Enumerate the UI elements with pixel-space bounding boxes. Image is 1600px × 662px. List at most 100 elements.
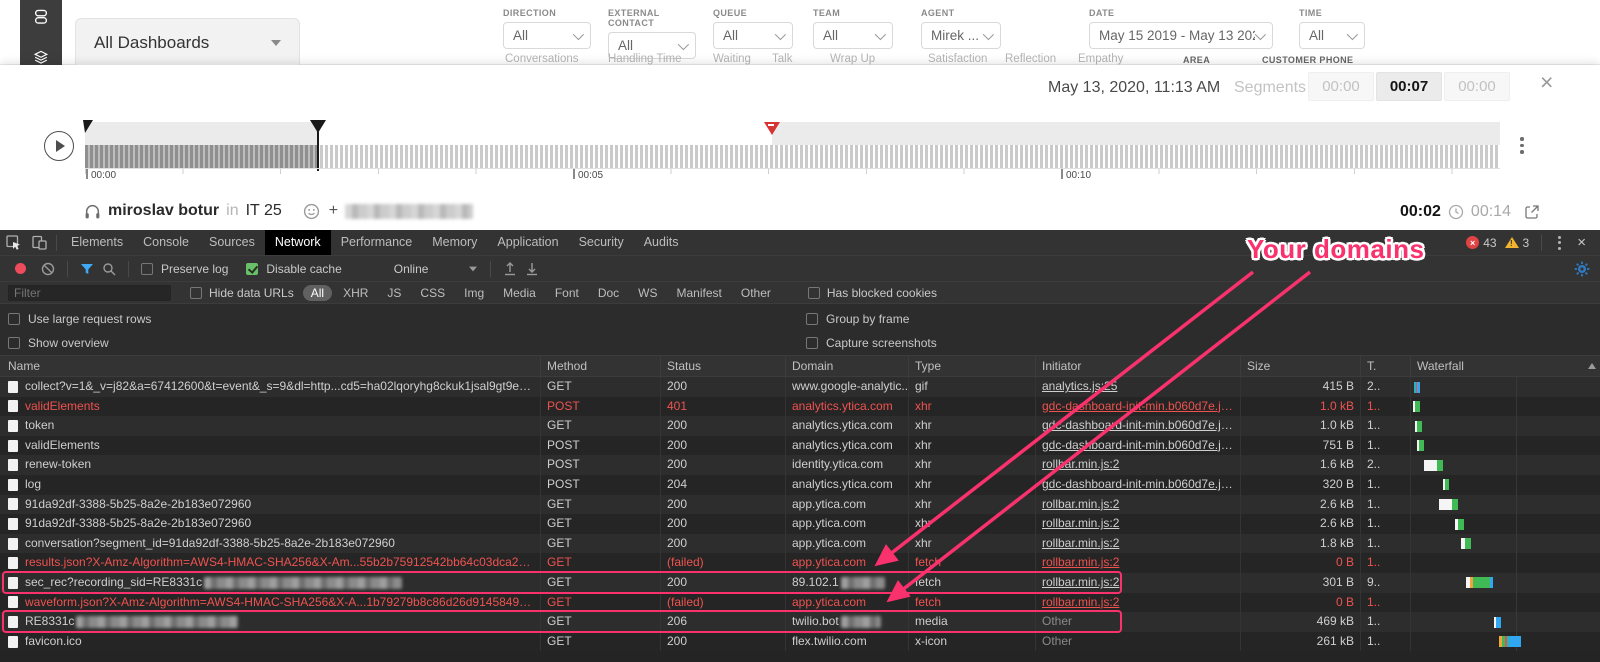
cell-method: GET	[540, 377, 660, 397]
column-header-domain[interactable]: Domain	[785, 356, 908, 376]
segment-chip[interactable]: 00:07	[1376, 72, 1442, 101]
all-dashboards-dropdown[interactable]: All Dashboards	[75, 18, 300, 68]
initiator-link[interactable]: rollbar.min.js:2	[1042, 497, 1119, 511]
column-header-name[interactable]: Name	[0, 356, 540, 376]
type-filter-css[interactable]: CSS	[412, 285, 453, 301]
column-header-t[interactable]: T.	[1360, 356, 1410, 376]
console-errors-badge[interactable]: × 43	[1466, 236, 1496, 250]
table-row[interactable]: tokenGET200analytics.ytica.comxhrgdc-das…	[0, 416, 1600, 436]
inspect-element-icon[interactable]	[0, 230, 26, 256]
table-row[interactable]: 91da92df-3388-5b25-8a2e-2b183e072960GET2…	[0, 514, 1600, 534]
tab-network[interactable]: Network	[265, 230, 331, 255]
filter-label: TEAM	[813, 8, 893, 18]
filter-select[interactable]: Mirek ...	[921, 22, 1001, 49]
throttling-select[interactable]: Online	[394, 262, 479, 276]
devtools-close-icon[interactable]: ×	[1573, 234, 1590, 251]
filter-select[interactable]: May 15 2019 - May 13 2020	[1089, 22, 1273, 49]
column-header-status[interactable]: Status	[660, 356, 785, 376]
type-filter-other[interactable]: Other	[733, 285, 779, 301]
filter-input[interactable]	[8, 285, 171, 301]
clear-network-log-icon[interactable]	[41, 262, 55, 276]
hide-data-urls-checkbox[interactable]	[190, 287, 202, 299]
waveform-timeline[interactable]	[85, 122, 1500, 168]
tab-performance[interactable]: Performance	[331, 230, 423, 255]
tab-memory[interactable]: Memory	[422, 230, 487, 255]
group-by-frame-checkbox[interactable]	[806, 313, 818, 325]
initiator-link[interactable]: rollbar.min.js:2	[1042, 555, 1119, 569]
tab-console[interactable]: Console	[133, 230, 199, 255]
export-har-icon[interactable]	[525, 262, 539, 276]
tab-application[interactable]: Application	[487, 230, 568, 255]
type-filter-xhr[interactable]: XHR	[335, 285, 376, 301]
filter-select[interactable]: All	[1299, 22, 1365, 49]
initiator-link[interactable]: rollbar.min.js:2	[1042, 595, 1119, 609]
initiator-link[interactable]: gdc-dashboard-init-min.b060d7e.js:12	[1042, 477, 1240, 491]
segment-start-marker[interactable]	[83, 120, 93, 133]
filter-select[interactable]: All	[713, 22, 793, 49]
app-logo-icon[interactable]	[31, 8, 51, 26]
type-filter-all[interactable]: All	[303, 285, 332, 301]
initiator-link[interactable]: rollbar.min.js:2	[1042, 516, 1119, 530]
filter-value: All	[513, 28, 528, 43]
segment-chip[interactable]: 00:00	[1444, 72, 1510, 101]
device-toolbar-icon[interactable]	[26, 230, 52, 256]
layers-icon[interactable]	[31, 48, 51, 66]
initiator-link[interactable]: rollbar.min.js:2	[1042, 457, 1119, 471]
type-filter-font[interactable]: Font	[547, 285, 587, 301]
preserve-log-checkbox[interactable]	[141, 263, 153, 275]
waterfall-bar	[1490, 577, 1493, 588]
type-filter-js[interactable]: JS	[379, 285, 409, 301]
table-row[interactable]: validElementsPOST200analytics.ytica.comx…	[0, 436, 1600, 456]
filter-icon[interactable]	[80, 262, 94, 276]
cell-time: 1..	[1360, 397, 1410, 417]
request-name: collect?v=1&_v=j82&a=67412600&t=event&_s…	[25, 377, 534, 397]
column-header-initiator[interactable]: Initiator	[1035, 356, 1240, 376]
type-filter-doc[interactable]: Doc	[590, 285, 627, 301]
initiator-link[interactable]: gdc-dashboard-init-min.b060d7e.js:12	[1042, 399, 1240, 413]
initiator-link[interactable]: analytics.js:25	[1042, 379, 1117, 393]
has-blocked-cookies-checkbox[interactable]	[808, 287, 820, 299]
capture-screenshots-checkbox[interactable]	[806, 337, 818, 349]
settings-gear-icon[interactable]	[1574, 261, 1590, 277]
column-header-type[interactable]: Type	[908, 356, 1035, 376]
show-overview-checkbox[interactable]	[8, 337, 20, 349]
initiator-link[interactable]: rollbar.min.js:2	[1042, 536, 1119, 550]
table-row[interactable]: renew-tokenPOST200identity.ytica.comxhrr…	[0, 455, 1600, 475]
column-header-size[interactable]: Size	[1240, 356, 1360, 376]
type-filter-ws[interactable]: WS	[630, 285, 665, 301]
type-filter-manifest[interactable]: Manifest	[669, 285, 730, 301]
table-row[interactable]: validElementsPOST401analytics.ytica.comx…	[0, 397, 1600, 417]
segment-chip[interactable]: 00:00	[1308, 72, 1374, 101]
panel-close-icon[interactable]: ×	[1540, 71, 1553, 94]
column-header-method[interactable]: Method	[540, 356, 660, 376]
import-har-icon[interactable]	[503, 262, 517, 276]
record-network-log-button[interactable]	[15, 263, 26, 274]
table-row[interactable]: collect?v=1&_v=j82&a=67412600&t=event&_s…	[0, 377, 1600, 397]
disable-cache-checkbox[interactable]	[246, 263, 258, 275]
player-menu-icon[interactable]	[1520, 137, 1524, 154]
type-filter-media[interactable]: Media	[495, 285, 544, 301]
play-button[interactable]	[44, 131, 74, 161]
filter-value: Mirek ...	[931, 28, 979, 43]
tab-audits[interactable]: Audits	[634, 230, 689, 255]
column-header-waterfall[interactable]: Waterfall	[1410, 356, 1600, 376]
table-row[interactable]: results.json?X-Amz-Algorithm=AWS4-HMAC-S…	[0, 553, 1600, 573]
table-row[interactable]: favicon.icoGET200flex.twilio.comx-iconOt…	[0, 632, 1600, 652]
devtools-menu-icon[interactable]	[1554, 236, 1565, 250]
filter-select[interactable]: All	[813, 22, 893, 49]
external-link-icon[interactable]	[1524, 204, 1540, 220]
initiator-link[interactable]: gdc-dashboard-init-min.b060d7e.js:12	[1042, 418, 1240, 432]
use-large-request-rows-checkbox[interactable]	[8, 313, 20, 325]
chevron-down-icon	[271, 40, 281, 46]
console-warnings-badge[interactable]: ! 3	[1505, 236, 1530, 250]
tab-sources[interactable]: Sources	[199, 230, 265, 255]
type-filter-img[interactable]: Img	[456, 285, 492, 301]
tab-security[interactable]: Security	[569, 230, 634, 255]
table-row[interactable]: 91da92df-3388-5b25-8a2e-2b183e072960GET2…	[0, 495, 1600, 515]
initiator-link[interactable]: gdc-dashboard-init-min.b060d7e.js:12	[1042, 438, 1240, 452]
search-icon[interactable]	[102, 262, 116, 276]
table-row[interactable]: conversation?segment_id=91da92df-3388-5b…	[0, 534, 1600, 554]
tab-elements[interactable]: Elements	[61, 230, 133, 255]
filter-select[interactable]: All	[503, 22, 591, 49]
table-row[interactable]: logPOST204analytics.ytica.comxhrgdc-dash…	[0, 475, 1600, 495]
